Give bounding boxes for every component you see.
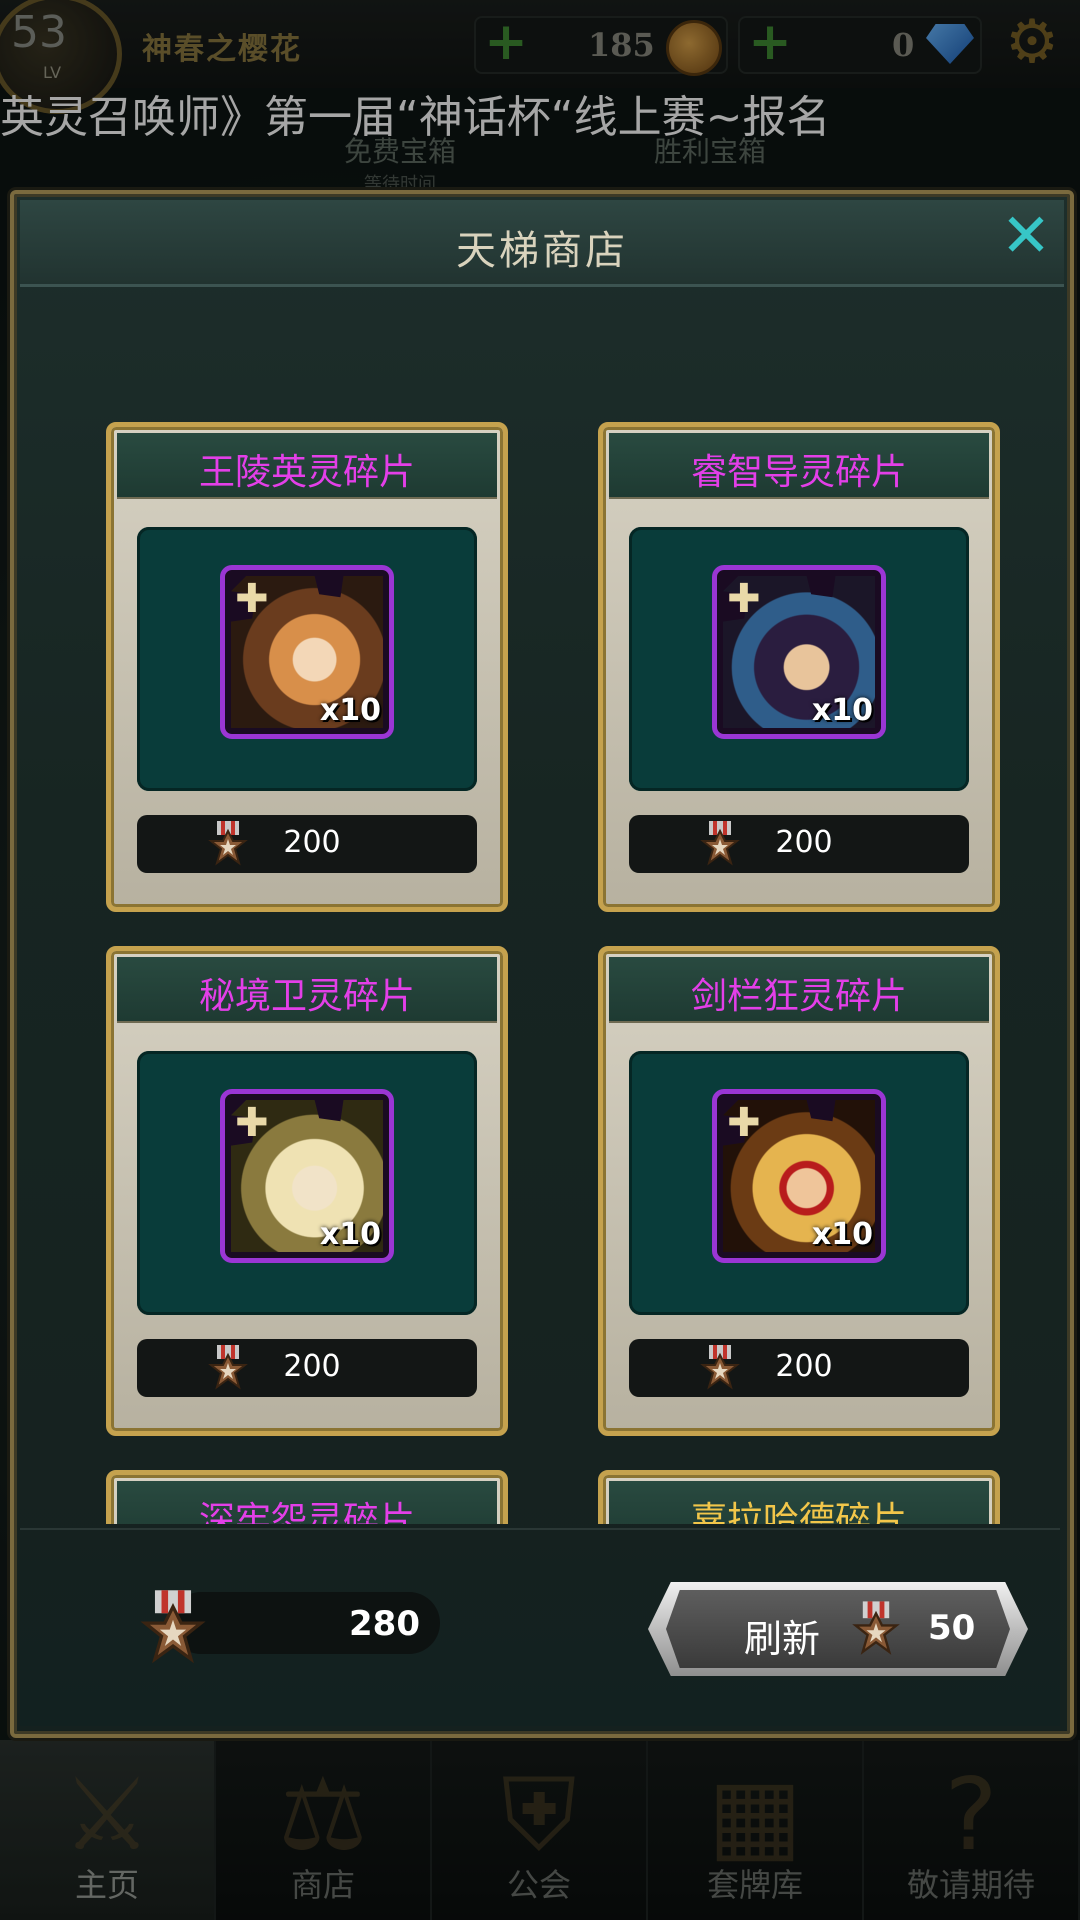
item-name: 秘境卫灵碎片 [198,976,415,1017]
item-image-area: ✚ x10 [629,527,969,791]
balance-value: 280 [349,1604,420,1644]
price-bar[interactable]: 200 [137,815,477,873]
puzzle-piece-icon: ✚ [235,576,269,622]
modal-header: 天梯商店 ✕ [20,200,1064,287]
close-icon[interactable]: ✕ [994,206,1058,270]
shop-item-card[interactable]: 剑栏狂灵碎片 ✚ x10 200 [598,946,1000,1436]
refresh-button[interactable]: 刷新 50 [648,1582,1028,1676]
refresh-cost: 50 [928,1608,976,1648]
shop-item-card[interactable]: 王陵英灵碎片 ✚ x10 200 [106,422,508,912]
item-quantity: x10 [319,1217,381,1252]
price-bar[interactable]: 200 [137,1339,477,1397]
item-name: 嘉拉哈德碎片 [690,1500,907,1524]
item-price: 200 [775,825,833,860]
item-price: 200 [283,1349,341,1384]
item-name-bar: 深牢怨灵碎片 [117,1481,497,1524]
item-image-area: ✚ x10 [629,1051,969,1315]
item-quantity: x10 [811,1217,873,1252]
item-name: 深牢怨灵碎片 [198,1500,415,1524]
price-bar[interactable]: 200 [629,1339,969,1397]
refresh-button-face: 刷新 50 [666,1590,1010,1668]
item-name: 王陵英灵碎片 [198,452,415,493]
hero-fragment-icon: ✚ x10 [220,565,394,739]
item-quantity: x10 [319,693,381,728]
item-name-bar: 王陵英灵碎片 [117,433,497,499]
item-name-bar: 秘境卫灵碎片 [117,957,497,1023]
hero-fragment-icon: ✚ x10 [712,1089,886,1263]
shop-item-card[interactable]: 秘境卫灵碎片 ✚ x10 200 [106,946,508,1436]
shop-item-card[interactable]: 睿智导灵碎片 ✚ x10 200 [598,422,1000,912]
item-image-area: ✚ x10 [137,1051,477,1315]
price-bar[interactable]: 200 [629,815,969,873]
item-image-area: ✚ x10 [137,527,477,791]
item-name-bar: 剑栏狂灵碎片 [609,957,989,1023]
hero-fragment-icon: ✚ x10 [220,1089,394,1263]
puzzle-piece-icon: ✚ [727,1100,761,1146]
ladder-medal-icon [852,1601,900,1655]
shop-item-grid[interactable]: 王陵英灵碎片 ✚ x10 200 睿智导灵碎片 ✚ x10 200 秘境卫灵碎片… [20,288,1060,1524]
item-name: 剑栏狂灵碎片 [690,976,907,1017]
item-name-bar: 睿智导灵碎片 [609,433,989,499]
hero-fragment-icon: ✚ x10 [712,565,886,739]
item-price: 200 [775,1349,833,1384]
shop-item-card[interactable]: 嘉拉哈德碎片 [598,1470,1000,1524]
item-name-bar: 嘉拉哈德碎片 [609,1481,989,1524]
modal-title: 天梯商店 [456,228,628,274]
ladder-shop-modal: 天梯商店 ✕ 王陵英灵碎片 ✚ x10 200 睿智导灵碎片 ✚ x10 200… [10,190,1074,1738]
item-name: 睿智导灵碎片 [690,452,907,493]
puzzle-piece-icon: ✚ [235,1100,269,1146]
shop-item-card[interactable]: 深牢怨灵碎片 [106,1470,508,1524]
shop-footer: 280 刷新 50 [20,1528,1060,1726]
refresh-label: 刷新 [744,1617,821,1661]
ladder-medal-icon [140,1590,206,1664]
item-quantity: x10 [811,693,873,728]
puzzle-piece-icon: ✚ [727,576,761,622]
item-price: 200 [283,825,341,860]
